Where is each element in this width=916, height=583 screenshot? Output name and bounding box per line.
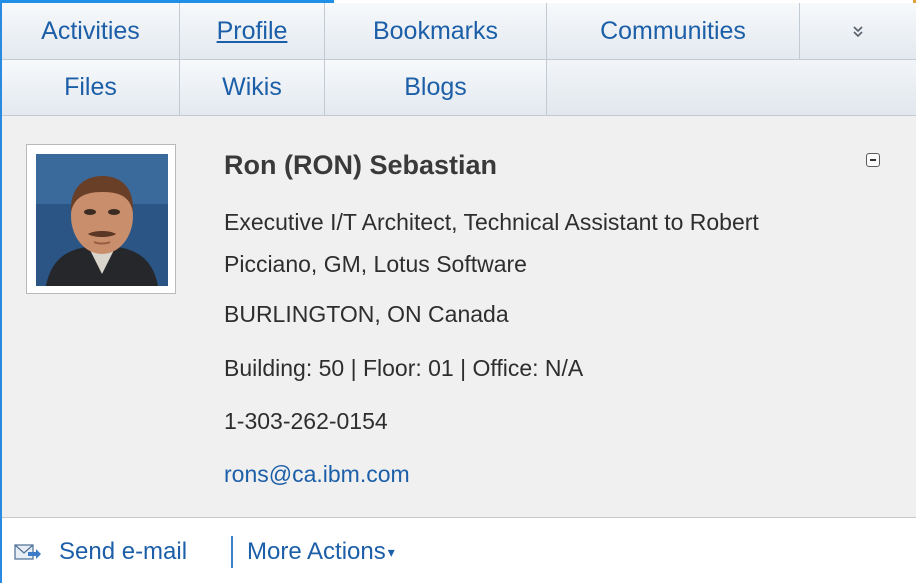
tab-grid: Activities Profile Bookmarks Communities…: [2, 3, 916, 116]
caret-down-icon: ▾: [387, 544, 395, 561]
send-email-link[interactable]: Send e-mail: [59, 538, 187, 566]
tab-communities[interactable]: Communities: [547, 3, 800, 60]
avatar[interactable]: [26, 144, 176, 294]
business-card: Activities Profile Bookmarks Communities…: [0, 0, 916, 583]
profile-photo: [36, 154, 168, 286]
double-chevron-down-icon: [851, 18, 865, 44]
profile-email-link[interactable]: rons@ca.ibm.com: [224, 452, 410, 496]
profile-title-line-1: Executive I/T Architect, Technical Assis…: [224, 209, 759, 235]
tab-profile[interactable]: Profile: [180, 3, 325, 60]
send-mail-icon[interactable]: [14, 543, 42, 563]
more-actions-menu[interactable]: More Actions ▾: [247, 538, 395, 566]
collapse-icon[interactable]: [866, 153, 880, 167]
tab-activities[interactable]: Activities: [2, 3, 180, 60]
profile-location: BURLINGTON, ON Canada: [224, 301, 509, 327]
tab-empty-cell: [547, 60, 916, 116]
more-actions-label: More Actions: [247, 538, 386, 565]
tab-files[interactable]: Files: [2, 60, 180, 116]
profile-title-line-2: Picciano, GM, Lotus Software: [224, 251, 527, 277]
divider: [231, 536, 233, 568]
profile-phone: 1-303-262-0154: [224, 408, 388, 434]
profile-panel: Ron (RON) Sebastian Executive I/T Archit…: [2, 116, 916, 518]
profile-building: Building: 50 | Floor: 01 | Office: N/A: [224, 355, 584, 381]
tab-blogs[interactable]: Blogs: [325, 60, 547, 116]
tab-more-button[interactable]: [800, 3, 916, 60]
profile-name: Ron (RON) Sebastian: [224, 150, 498, 180]
tab-wikis[interactable]: Wikis: [180, 60, 325, 116]
action-bar: Send e-mail More Actions ▾: [2, 518, 916, 583]
tab-bookmarks[interactable]: Bookmarks: [325, 3, 547, 60]
